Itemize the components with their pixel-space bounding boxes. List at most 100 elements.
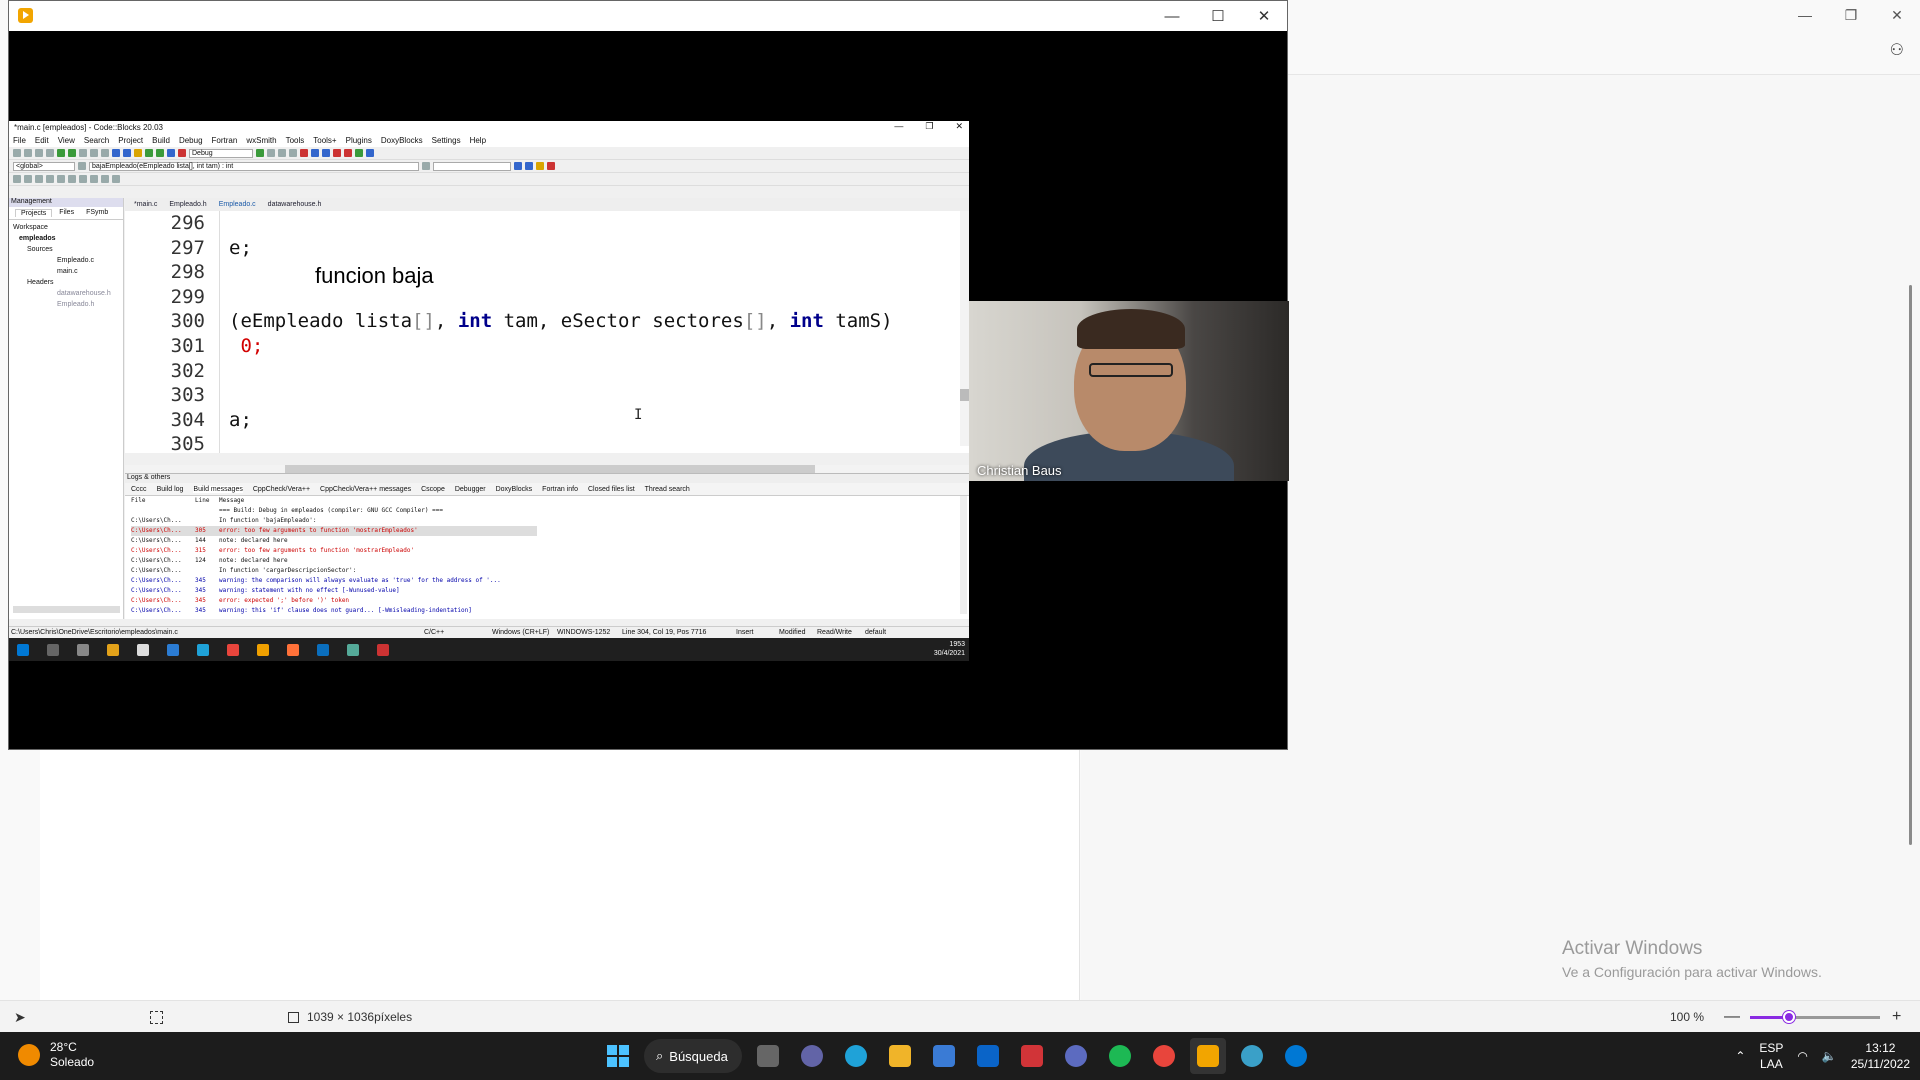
logs-tab[interactable]: Cccc (131, 486, 147, 493)
logs-tab[interactable]: Build log (157, 486, 184, 493)
next-bookmark-icon[interactable] (322, 149, 330, 157)
tree-file[interactable]: Empleado.c (13, 255, 119, 266)
mail-button[interactable] (970, 1038, 1006, 1074)
tab-files[interactable]: Files (54, 209, 79, 217)
highlight-icon[interactable] (536, 162, 544, 170)
pointer-tool-icon[interactable] (13, 175, 21, 183)
table-row[interactable]: === Build: Debug in empleados (compiler:… (131, 506, 969, 516)
language-indicator[interactable]: ESP LAA (1759, 1040, 1783, 1072)
back-icon[interactable] (514, 162, 522, 170)
abort-icon[interactable] (178, 149, 186, 157)
editor-tab[interactable]: *main.c (131, 201, 160, 208)
volume-icon[interactable]: 🔈 (1822, 1049, 1837, 1063)
menu-settings[interactable]: Settings (432, 136, 461, 145)
step-into-icon[interactable] (278, 149, 286, 157)
run-icon[interactable] (145, 149, 153, 157)
zoom-in-icon[interactable] (79, 175, 87, 183)
new-file-icon[interactable] (13, 149, 21, 157)
logs-tab[interactable]: CppCheck/Vera++ messages (320, 486, 411, 493)
player-maximize-button[interactable]: ☐ (1195, 1, 1241, 31)
cb-restore-button[interactable]: ❐ (925, 121, 933, 132)
table-row[interactable]: C:\Users\Ch... In function 'bajaEmpleado'… (131, 516, 969, 526)
people-icon[interactable]: ⚇ (1890, 40, 1904, 60)
calendar-app-button[interactable] (1014, 1038, 1050, 1074)
restore-button[interactable]: ❐ (1828, 0, 1874, 30)
search-input[interactable] (433, 161, 511, 171)
menu-view[interactable]: View (58, 136, 75, 145)
frame-icon[interactable] (24, 175, 32, 183)
prev-bookmark-icon[interactable] (311, 149, 319, 157)
stop-debug-icon[interactable] (300, 149, 308, 157)
chevron-up-icon[interactable]: ⌃ (1735, 1049, 1745, 1063)
wifi-icon[interactable]: ◠ (1797, 1049, 1807, 1063)
table-row[interactable]: C:\Users\Ch... 345 warning: the comparison… (131, 576, 969, 586)
build-target-select[interactable]: Debug (189, 148, 253, 158)
menu-file[interactable]: File (13, 136, 26, 145)
jump-icon[interactable] (78, 162, 86, 170)
zoom-out-button[interactable]: — (1724, 1008, 1740, 1026)
menu-debug[interactable]: Debug (179, 136, 203, 145)
zoom-out-icon[interactable] (90, 175, 98, 183)
weather-widget[interactable]: 28°C Soleado (18, 1040, 94, 1070)
editor-vertical-scrollbar[interactable] (960, 211, 969, 446)
tree-workspace[interactable]: Workspace (13, 222, 119, 233)
menu-search[interactable]: Search (84, 136, 109, 145)
table-row[interactable]: C:\Users\Ch... 124 note: declared here (131, 556, 969, 566)
copy-icon[interactable] (90, 149, 98, 157)
tab-projects[interactable]: Projects (15, 209, 53, 217)
cb-minimize-button[interactable]: — (894, 121, 903, 132)
menu-project[interactable]: Project (118, 136, 143, 145)
grid-icon[interactable] (46, 175, 54, 183)
taskbar-clock[interactable]: 13:12 25/11/2022 (1851, 1040, 1910, 1072)
menu-edit[interactable]: Edit (35, 136, 49, 145)
logs-tab[interactable]: CppCheck/Vera++ (253, 486, 310, 493)
save-all-icon[interactable] (46, 149, 54, 157)
zoom-slider-knob[interactable] (1783, 1011, 1795, 1023)
player-close-button[interactable]: ✕ (1241, 1, 1287, 31)
menu-plugins[interactable]: Plugins (346, 136, 372, 145)
toggle-bookmark-icon[interactable] (333, 149, 341, 157)
scroll-thumb[interactable] (960, 389, 969, 401)
pointer-icon[interactable]: ➤ (14, 1009, 26, 1026)
task-view-button[interactable] (750, 1038, 786, 1074)
step-out-icon[interactable] (289, 149, 297, 157)
logs-scrollbar[interactable] (960, 496, 967, 614)
tree-headers-folder[interactable]: Headers (13, 277, 119, 288)
selection-icon[interactable] (150, 1010, 163, 1024)
spotify-button[interactable] (1102, 1038, 1138, 1074)
table-row[interactable]: C:\Users\Ch... 305 error: too few argument… (131, 526, 537, 536)
open-icon[interactable] (24, 149, 32, 157)
chrome-button[interactable] (1146, 1038, 1182, 1074)
menu-build[interactable]: Build (152, 136, 170, 145)
explorer-button[interactable] (882, 1038, 918, 1074)
redo-icon[interactable] (68, 149, 76, 157)
cb-close-button[interactable]: ✕ (955, 121, 963, 132)
cut-icon[interactable] (79, 149, 87, 157)
tab-fsymbols[interactable]: FSymb (81, 209, 113, 217)
panel-scrollbar[interactable] (1909, 285, 1912, 845)
table-row[interactable]: C:\Users\Ch... 345 warning: this 'if' clau… (131, 606, 969, 616)
tree-file[interactable]: datawarehouse.h (13, 288, 119, 299)
menu-tools-plus[interactable]: Tools+ (313, 136, 336, 145)
panel-icon[interactable] (35, 175, 43, 183)
clear-bookmarks-icon[interactable] (344, 149, 352, 157)
menu-fortran[interactable]: Fortran (212, 136, 238, 145)
undo-icon[interactable] (57, 149, 65, 157)
logs-tab[interactable]: DoxyBlocks (496, 486, 533, 493)
logs-tab[interactable]: Thread search (645, 486, 690, 493)
editor-tab[interactable]: datawarehouse.h (265, 201, 325, 208)
find-icon[interactable] (112, 149, 120, 157)
tree-file[interactable]: Empleado.h (13, 299, 119, 310)
logs-tab[interactable]: Closed files list (588, 486, 635, 493)
tree-project[interactable]: empleados (13, 233, 119, 244)
editor-tab[interactable]: Empleado.h (166, 201, 209, 208)
menu-help[interactable]: Help (470, 136, 486, 145)
table-row[interactable]: C:\Users\Ch... 315 error: too few argument… (131, 546, 969, 556)
rebuild-icon[interactable] (167, 149, 175, 157)
s-tool-icon[interactable] (101, 175, 109, 183)
scope-select[interactable]: <global> (13, 161, 75, 171)
function-select[interactable]: bajaEmpleado(eEmpleado lista[], int tam)… (89, 161, 419, 171)
menu-doxyblocks[interactable]: DoxyBlocks (381, 136, 423, 145)
paste-icon[interactable] (101, 149, 109, 157)
build-run-icon[interactable] (156, 149, 164, 157)
